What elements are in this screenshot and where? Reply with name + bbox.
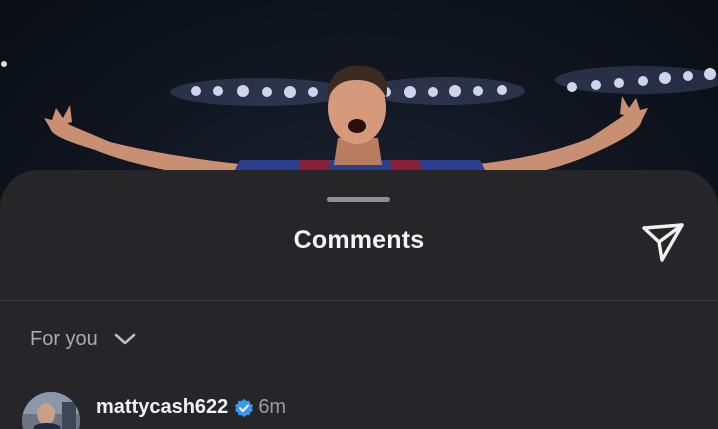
verified-badge-icon <box>234 398 254 418</box>
comments-title: Comments <box>293 226 425 254</box>
avatar[interactable] <box>22 392 80 429</box>
comment-timestamp: 6m <box>258 396 287 418</box>
chevron-down-icon <box>114 332 136 346</box>
header-divider <box>0 300 718 301</box>
comments-screen: Comments For you mattycash622 6m <box>0 0 718 429</box>
comment-sort-dropdown[interactable]: For you <box>30 326 136 352</box>
sheet-drag-handle[interactable] <box>327 197 390 202</box>
comment-item: mattycash622 6m <box>22 392 702 429</box>
comment-header: mattycash622 6m <box>96 396 286 419</box>
send-icon[interactable] <box>640 220 686 264</box>
comment-username[interactable]: mattycash622 <box>96 396 228 419</box>
sort-label: For you <box>30 327 98 350</box>
comments-sheet: Comments For you mattycash622 6m <box>0 170 718 429</box>
